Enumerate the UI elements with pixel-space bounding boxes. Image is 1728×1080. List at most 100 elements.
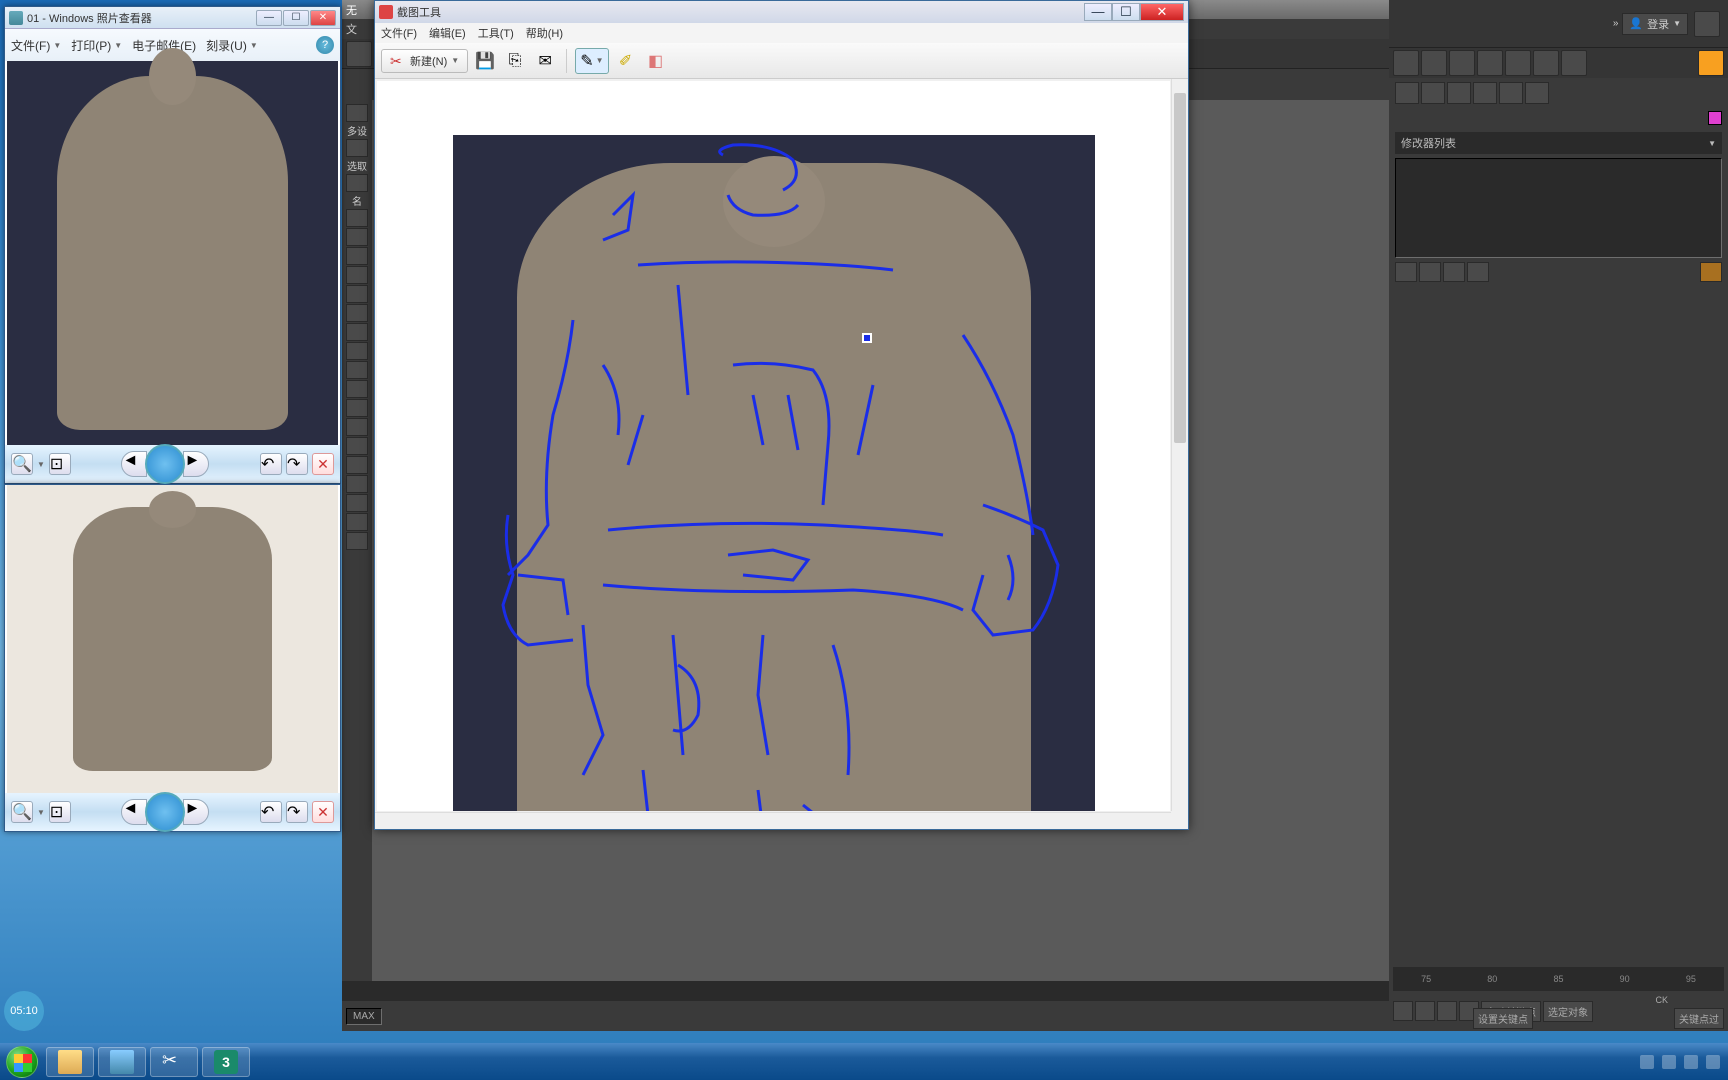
setkey-button[interactable]: 设置关键点 — [1473, 1008, 1533, 1029]
actual-size-button[interactable]: ⊡ — [49, 801, 71, 823]
tool-button[interactable] — [346, 285, 368, 303]
toolbar-button[interactable] — [346, 41, 372, 67]
tool-button[interactable] — [346, 399, 368, 417]
tray-icon[interactable] — [1640, 1055, 1654, 1069]
taskbar-snipping-tool[interactable] — [150, 1047, 198, 1077]
close-button[interactable]: ✕ — [1140, 3, 1184, 21]
file-menu[interactable]: 文件(F)▼ — [11, 37, 61, 54]
taskbar-3dsmax[interactable]: 3 — [202, 1047, 250, 1077]
tool-button[interactable] — [346, 494, 368, 512]
zoom-button[interactable]: 🔍 — [11, 801, 33, 823]
pin-stack-button[interactable] — [1395, 262, 1417, 282]
pv1-image-viewport[interactable] — [7, 61, 338, 445]
tool-button[interactable] — [346, 266, 368, 284]
play-button[interactable] — [1437, 1001, 1457, 1021]
mail-button[interactable]: ✉ — [532, 48, 558, 74]
edit-menu[interactable]: 编辑(E) — [429, 25, 466, 41]
zoom-button[interactable]: 🔍 — [11, 453, 33, 475]
tool-button[interactable] — [346, 174, 368, 192]
login-button[interactable]: 👤 登录 ▼ — [1622, 13, 1688, 35]
utilities-tab[interactable] — [1525, 82, 1549, 104]
tool-button[interactable] — [346, 475, 368, 493]
taskbar-explorer[interactable] — [46, 1047, 94, 1077]
tool-button[interactable] — [346, 304, 368, 322]
start-button[interactable] — [0, 1043, 44, 1080]
tool-button[interactable] — [346, 532, 368, 550]
toolbar-button[interactable] — [1561, 50, 1587, 76]
tool-button[interactable] — [346, 104, 368, 122]
tray-icon[interactable] — [1706, 1055, 1720, 1069]
timeline-ruler[interactable]: 75 80 85 90 95 — [1393, 967, 1724, 991]
copy-button[interactable]: ⎘ — [502, 48, 528, 74]
tray-icon[interactable] — [1662, 1055, 1676, 1069]
timeline[interactable] — [342, 981, 1389, 1001]
selected-object-label[interactable]: 选定对象 — [1543, 1001, 1593, 1022]
tool-button[interactable] — [346, 380, 368, 398]
rotate-ccw-button[interactable]: ↶ — [260, 801, 282, 823]
tool-button[interactable] — [346, 323, 368, 341]
actual-size-button[interactable]: ⊡ — [49, 453, 71, 475]
tray-icon[interactable] — [1684, 1055, 1698, 1069]
motion-tab[interactable] — [1473, 82, 1497, 104]
tool-button[interactable] — [346, 513, 368, 531]
snip-canvas[interactable] — [377, 81, 1170, 811]
help-menu[interactable]: 帮助(H) — [526, 25, 563, 41]
maximize-button[interactable]: ☐ — [283, 10, 309, 26]
slideshow-button[interactable] — [145, 792, 185, 832]
goto-start-button[interactable] — [1393, 1001, 1413, 1021]
close-button[interactable]: ✕ — [310, 10, 336, 26]
print-menu[interactable]: 打印(P)▼ — [71, 37, 122, 54]
pen-tool-button[interactable]: ✎ ▼ — [575, 48, 608, 74]
prev-image-button[interactable]: ◄ — [121, 451, 147, 477]
rollout-area[interactable] — [1395, 340, 1722, 941]
toolbar-button[interactable] — [1533, 50, 1559, 76]
new-snip-button[interactable]: 新建(N) ▼ — [381, 49, 468, 73]
maximize-button[interactable]: ☐ — [1112, 3, 1140, 21]
keyfilter-button[interactable]: 关键点过 — [1674, 1008, 1724, 1029]
modify-tab[interactable] — [1421, 82, 1445, 104]
modifier-stack[interactable] — [1395, 158, 1722, 258]
object-color-swatch[interactable] — [1708, 111, 1722, 125]
slideshow-button[interactable] — [145, 444, 185, 484]
file-menu[interactable]: 文件(F) — [381, 25, 417, 41]
rotate-ccw-button[interactable]: ↶ — [260, 453, 282, 475]
hierarchy-tab[interactable] — [1447, 82, 1471, 104]
next-image-button[interactable]: ► — [183, 451, 209, 477]
prev-image-button[interactable]: ◄ — [121, 799, 147, 825]
delete-button[interactable]: ✕ — [312, 801, 334, 823]
tool-button[interactable] — [346, 437, 368, 455]
display-tab[interactable] — [1499, 82, 1523, 104]
minimize-button[interactable]: — — [256, 10, 282, 26]
help-button[interactable]: ? — [316, 36, 334, 54]
toolbar-button[interactable] — [1393, 50, 1419, 76]
toolbar-button[interactable] — [1477, 50, 1503, 76]
tool-button[interactable] — [346, 456, 368, 474]
tool-button[interactable] — [346, 139, 368, 157]
toolbar-button[interactable] — [1421, 50, 1447, 76]
rotate-cw-button[interactable]: ↷ — [286, 801, 308, 823]
toolbar-button[interactable] — [1449, 50, 1475, 76]
next-image-button[interactable]: ► — [183, 799, 209, 825]
delete-button[interactable]: ✕ — [312, 453, 334, 475]
burn-menu[interactable]: 刻录(U)▼ — [206, 37, 258, 54]
tool-button[interactable] — [346, 361, 368, 379]
tools-menu[interactable]: 工具(T) — [478, 25, 514, 41]
chevron-down-icon[interactable]: ▼ — [37, 460, 45, 469]
snip-titlebar[interactable]: 截图工具 — ☐ ✕ — [375, 1, 1188, 23]
pv1-titlebar[interactable]: 01 - Windows 照片查看器 — ☐ ✕ — [5, 7, 340, 29]
tool-button[interactable] — [346, 247, 368, 265]
modifier-list-dropdown[interactable]: 修改器列表 ▼ — [1395, 132, 1722, 154]
toolbar-button[interactable] — [1698, 50, 1724, 76]
tool-button[interactable] — [346, 209, 368, 227]
horizontal-scrollbar[interactable] — [375, 812, 1171, 829]
chevron-right-icon[interactable]: » — [1613, 18, 1617, 29]
minimize-button[interactable]: — — [1084, 3, 1112, 21]
tool-button[interactable] — [346, 342, 368, 360]
menu-item[interactable]: 文 — [346, 21, 357, 37]
configure-sets-button[interactable] — [1700, 262, 1722, 282]
prev-frame-button[interactable] — [1415, 1001, 1435, 1021]
pv2-image-viewport[interactable] — [7, 485, 338, 793]
tool-button[interactable] — [346, 228, 368, 246]
taskbar-pictures[interactable] — [98, 1047, 146, 1077]
tool-button[interactable] — [346, 418, 368, 436]
